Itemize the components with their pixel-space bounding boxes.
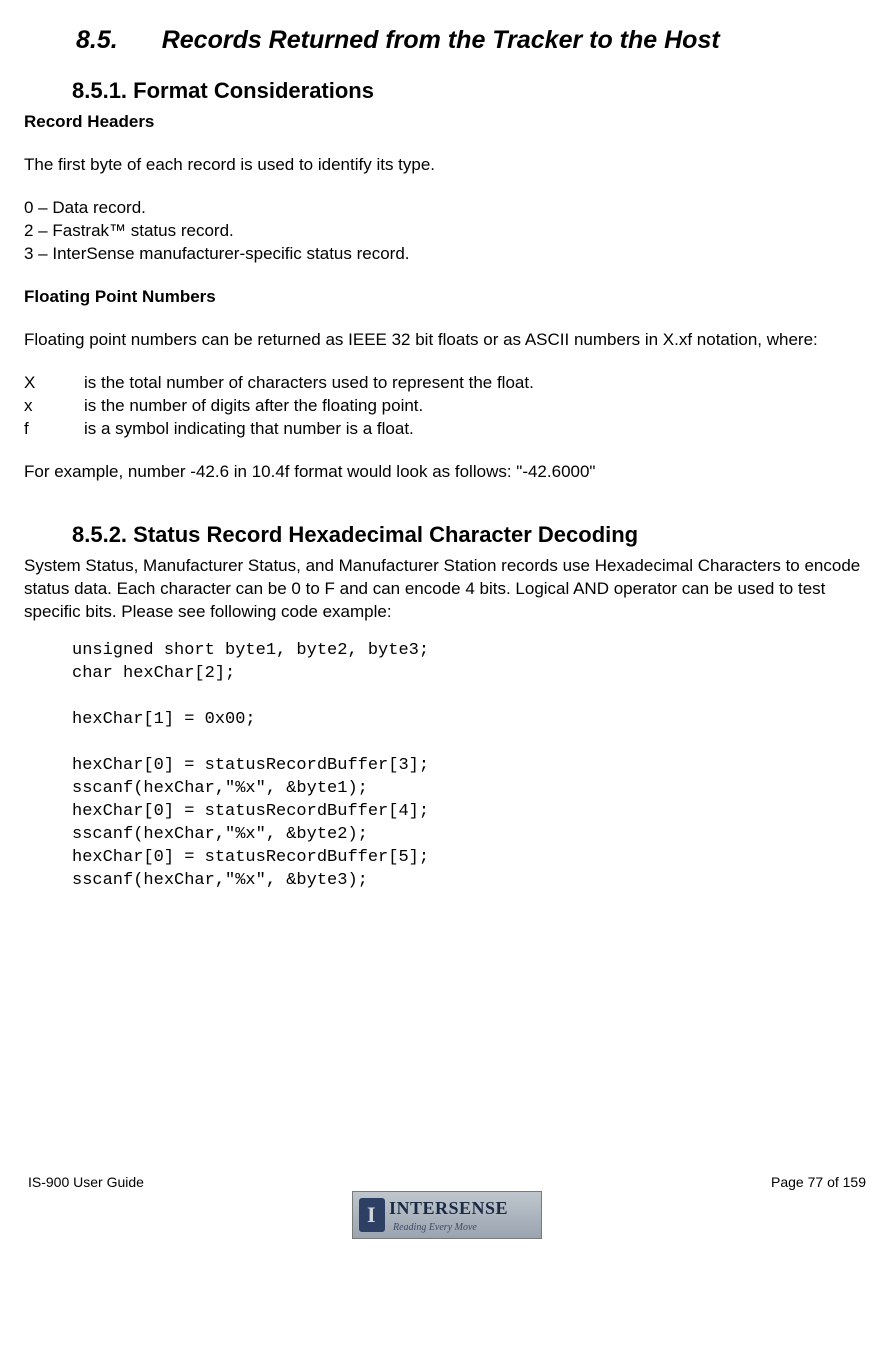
type-2: 2 – Fastrak™ status record.: [24, 220, 870, 243]
subsection-2-heading: 8.5.2. Status Record Hexadecimal Charact…: [72, 520, 870, 550]
type-3: 3 – InterSense manufacturer-specific sta…: [24, 243, 870, 266]
subsection-1-title: Format Considerations: [133, 78, 374, 103]
first-byte-paragraph: The first byte of each record is used to…: [24, 154, 870, 177]
footer-left: IS-900 User Guide: [28, 1173, 144, 1192]
type-0: 0 – Data record.: [24, 197, 870, 220]
code-example: unsigned short byte1, byte2, byte3; char…: [72, 640, 870, 892]
logo-sub-text: Reading Every Move: [393, 1221, 477, 1235]
floating-point-heading: Floating Point Numbers: [24, 286, 870, 309]
subsection-2-number: 8.5.2.: [72, 522, 127, 547]
float-intro-paragraph: Floating point numbers can be returned a…: [24, 329, 870, 352]
def-sym-f: f: [24, 418, 84, 441]
page-footer: IS-900 User Guide Page 77 of 159: [24, 1173, 870, 1192]
def-txt-x: is the number of digits after the floati…: [84, 395, 423, 418]
section-number: 8.5.: [76, 24, 118, 58]
def-txt-X: is the total number of characters used t…: [84, 372, 534, 395]
def-sym-X: X: [24, 372, 84, 395]
logo-icon: [359, 1198, 385, 1232]
def-row-f: f is a symbol indicating that number is …: [24, 418, 870, 441]
float-example-paragraph: For example, number -42.6 in 10.4f forma…: [24, 461, 870, 484]
section-title-text: Records Returned from the Tracker to the…: [162, 26, 720, 54]
def-sym-x: x: [24, 395, 84, 418]
def-row-X: X is the total number of characters used…: [24, 372, 870, 395]
intersense-logo: INTERSENSE Reading Every Move: [352, 1191, 542, 1239]
record-headers-heading: Record Headers: [24, 111, 870, 134]
subsection-1-heading: 8.5.1. Format Considerations: [72, 76, 870, 106]
section-heading: 8.5. Records Returned from the Tracker to…: [76, 24, 870, 58]
logo-main-text: INTERSENSE: [389, 1196, 508, 1220]
subsection-1-number: 8.5.1.: [72, 78, 127, 103]
subsection-2-title: Status Record Hexadecimal Character Deco…: [133, 522, 638, 547]
hex-intro-paragraph: System Status, Manufacturer Status, and …: [24, 555, 870, 624]
footer-right: Page 77 of 159: [771, 1173, 866, 1192]
def-row-x: x is the number of digits after the floa…: [24, 395, 870, 418]
def-txt-f: is a symbol indicating that number is a …: [84, 418, 414, 441]
